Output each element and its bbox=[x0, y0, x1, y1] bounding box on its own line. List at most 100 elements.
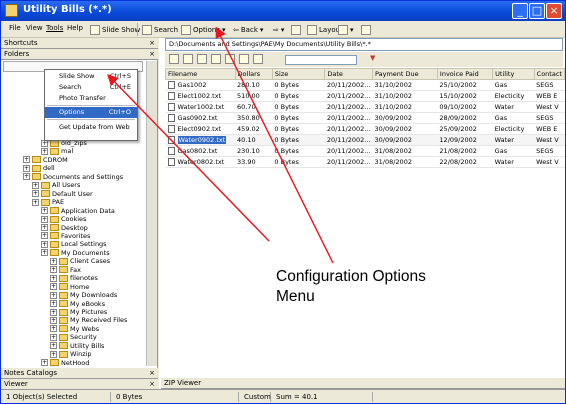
table-row[interactable]: Water0902.txt 40.10 0 Bytes 20/11/2002... 30… bbox=[165, 134, 565, 146]
file-list-panel: D:\Documents and Settings\PAE\My Documen… bbox=[159, 38, 565, 389]
menu-photo-transfer[interactable]: Photo Transfer bbox=[45, 93, 137, 104]
tree-scrollbar[interactable] bbox=[146, 61, 157, 366]
folder-icon bbox=[32, 156, 41, 164]
folders-label: Folders bbox=[4, 50, 30, 58]
column-dollars[interactable]: Dollars bbox=[234, 68, 273, 80]
expand-icon[interactable]: + bbox=[41, 224, 48, 231]
properties-button[interactable] bbox=[361, 22, 371, 37]
chevron-down-icon: ▾ bbox=[280, 25, 285, 34]
filter-funnel-icon[interactable]: ▼ bbox=[370, 54, 375, 62]
expand-icon[interactable]: + bbox=[50, 300, 57, 308]
table-row[interactable]: Water1002.txt 60.70 0 Bytes 20/11/2002... 31… bbox=[165, 101, 565, 113]
table-row[interactable]: Gas1002 280.10 0 Bytes 20/11/2002... 31/10/2… bbox=[165, 79, 565, 91]
folder-icon bbox=[50, 224, 59, 231]
expand-icon[interactable]: + bbox=[41, 359, 48, 367]
move-icon[interactable] bbox=[197, 54, 207, 64]
column-date[interactable]: Date bbox=[324, 68, 373, 80]
close-icon[interactable]: × bbox=[149, 368, 155, 378]
notes-catalogs-header[interactable]: Notes Catalogs × bbox=[1, 368, 158, 379]
expand-icon[interactable]: + bbox=[50, 333, 57, 341]
column-payment-due[interactable]: Payment Due bbox=[372, 68, 438, 80]
column-size[interactable]: Size bbox=[271, 68, 326, 80]
expand-icon[interactable]: + bbox=[41, 232, 48, 240]
close-icon[interactable]: × bbox=[149, 49, 155, 59]
expand-icon[interactable]: + bbox=[50, 325, 57, 333]
diamond-icon[interactable] bbox=[239, 54, 249, 64]
expand-icon[interactable]: + bbox=[41, 215, 48, 223]
file-name: Gas0902.txt bbox=[177, 114, 218, 122]
back-button[interactable]: ⇦ Back ▾ bbox=[233, 22, 263, 37]
menu-get-update[interactable]: Get Update from Web bbox=[45, 122, 137, 133]
forward-button[interactable]: ⇨ ▾ bbox=[273, 22, 284, 37]
expand-icon[interactable]: + bbox=[50, 350, 57, 358]
settings-icon[interactable] bbox=[225, 54, 235, 64]
zip-viewer-label: ZIP Viewer bbox=[164, 379, 202, 387]
filter-input[interactable] bbox=[285, 55, 357, 65]
expand-icon[interactable]: + bbox=[50, 316, 57, 324]
folder-icon[interactable] bbox=[169, 54, 179, 64]
file-name: Water1002.txt bbox=[177, 103, 225, 111]
address-bar[interactable]: D:\Documents and Settings\PAE\My Documen… bbox=[165, 38, 563, 51]
expand-icon[interactable]: + bbox=[50, 342, 57, 350]
search-button[interactable]: Search bbox=[142, 22, 178, 37]
slideshow-button[interactable]: Slide Show bbox=[90, 22, 140, 37]
shortcuts-header[interactable]: Shortcuts × bbox=[1, 38, 158, 49]
expand-icon[interactable]: + bbox=[50, 283, 57, 291]
menu-search[interactable]: Search Ctrl+E bbox=[45, 82, 137, 93]
menu-slideshow[interactable]: Slide Show Ctrl+S bbox=[45, 71, 137, 82]
close-button[interactable]: × bbox=[546, 3, 562, 19]
menu-options[interactable]: Options Ctrl+O bbox=[45, 107, 137, 118]
column-utility[interactable]: Utility bbox=[492, 68, 535, 80]
filter-icon[interactable] bbox=[253, 54, 263, 64]
expand-icon[interactable]: + bbox=[50, 266, 57, 274]
folders-header[interactable]: Folders × bbox=[1, 49, 158, 60]
copy-icon[interactable] bbox=[183, 54, 193, 64]
expand-icon[interactable]: + bbox=[32, 198, 39, 206]
maximize-button[interactable]: □ bbox=[529, 3, 545, 19]
menu-file[interactable]: File bbox=[9, 24, 21, 32]
expand-icon[interactable]: + bbox=[50, 257, 57, 265]
expand-icon[interactable]: + bbox=[32, 190, 39, 198]
table-cell: Water bbox=[492, 156, 535, 168]
table-cell: 0 Bytes bbox=[272, 145, 325, 157]
view-mode-button[interactable]: ▾ bbox=[338, 22, 354, 37]
file-table-body: Gas1002 280.10 0 Bytes 20/11/2002... 31/10/2… bbox=[165, 79, 565, 168]
table-row[interactable]: Gas0802.txt 230.10 0 Bytes 20/11/2002... 31/… bbox=[165, 145, 565, 157]
close-icon[interactable]: × bbox=[149, 379, 155, 389]
table-cell: Elect1002.txt bbox=[165, 90, 236, 102]
expand-icon[interactable]: + bbox=[41, 147, 48, 155]
table-cell: Gas0902.txt bbox=[165, 112, 236, 124]
grid-icon[interactable] bbox=[211, 54, 221, 64]
notes-catalogs-label: Notes Catalogs bbox=[4, 369, 57, 377]
column-filename[interactable]: Filename bbox=[165, 68, 236, 80]
table-row[interactable]: Elect1002.txt 510.00 0 Bytes 20/11/2002... 3… bbox=[165, 90, 565, 102]
menu-item-label: Get Update from Web bbox=[59, 123, 130, 131]
table-cell: 15/10/2002 bbox=[437, 90, 493, 102]
menu-help[interactable]: Help bbox=[67, 24, 83, 32]
expand-icon[interactable]: + bbox=[41, 249, 48, 257]
expand-icon[interactable]: + bbox=[41, 240, 48, 248]
expand-icon[interactable]: + bbox=[50, 291, 57, 299]
minimize-button[interactable]: _ bbox=[512, 3, 528, 19]
chevron-down-icon: ▾ bbox=[350, 25, 354, 34]
table-row[interactable]: Elect0902.txt 459.02 0 Bytes 20/11/2002... 3… bbox=[165, 123, 565, 135]
tree-item-label: Favorites bbox=[61, 231, 91, 240]
column-invoice-paid[interactable]: Invoice Paid bbox=[436, 68, 494, 80]
options-button[interactable]: Options ▾ bbox=[181, 22, 226, 37]
close-icon[interactable]: × bbox=[149, 38, 155, 48]
expand-icon[interactable]: + bbox=[23, 173, 30, 181]
expand-icon[interactable]: + bbox=[23, 156, 30, 164]
expand-icon[interactable]: + bbox=[50, 274, 57, 282]
menu-tools[interactable]: Tools bbox=[46, 24, 63, 32]
up-folder-button[interactable] bbox=[291, 22, 301, 37]
column-contact[interactable]: Contact bbox=[533, 68, 565, 80]
menu-item-label: Photo Transfer bbox=[59, 94, 106, 102]
zip-viewer-header[interactable]: ZIP Viewer bbox=[161, 378, 565, 389]
expand-icon[interactable]: + bbox=[32, 181, 39, 189]
expand-icon[interactable]: + bbox=[41, 207, 48, 215]
table-row[interactable]: Water0802.txt 33.90 0 Bytes 20/11/2002... 31… bbox=[165, 156, 565, 168]
menu-view[interactable]: View bbox=[26, 24, 43, 32]
expand-icon[interactable]: + bbox=[50, 308, 57, 316]
table-row[interactable]: Gas0902.txt 350.80 0 Bytes 20/11/2002... 30/… bbox=[165, 112, 565, 124]
expand-icon[interactable]: + bbox=[23, 164, 30, 172]
